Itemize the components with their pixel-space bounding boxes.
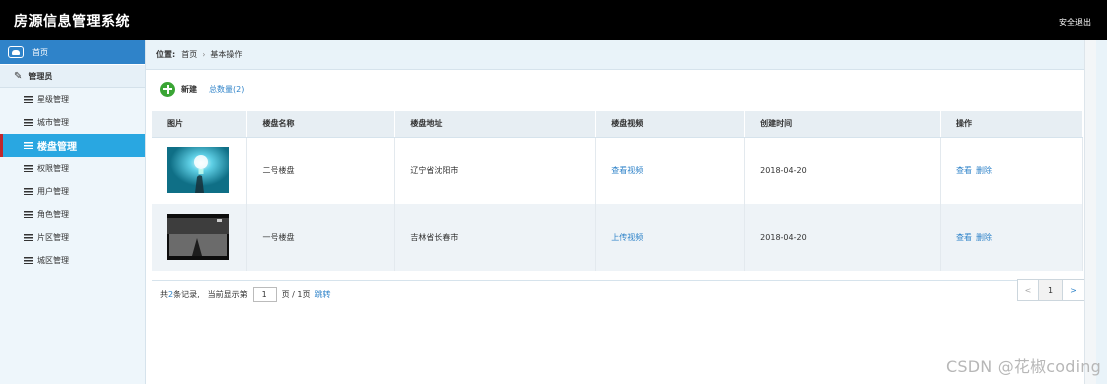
breadcrumb: 位置: 首页 › 基本操作 (146, 40, 1107, 70)
next-page-button[interactable]: > (1063, 279, 1085, 301)
current-prefix: 当前显示第 (207, 290, 248, 299)
sidebar-item-role[interactable]: 角色管理 (0, 203, 145, 226)
plus-circle-icon (160, 81, 175, 97)
page-edge (1096, 40, 1107, 384)
breadcrumb-separator: › (202, 50, 206, 59)
cloud-icon (8, 46, 24, 58)
sidebar-item-label: 角色管理 (37, 210, 69, 219)
sidebar-menu: 星级管理 城市管理 楼盘管理 权限管理 用户管理 角色管理 片区管理 城区管理 (0, 88, 145, 272)
col-header-video: 楼盘视频 (595, 111, 746, 138)
sidebar-item-city[interactable]: 城市管理 (0, 111, 145, 134)
page-suffix: 页 / 1页 (281, 290, 311, 299)
sidebar-item-label: 用户管理 (37, 187, 69, 196)
list-icon (24, 188, 33, 195)
cell-video: 上传视频 (595, 204, 746, 271)
sidebar-item-label: 权限管理 (37, 164, 69, 173)
table-row: 二号楼盘 辽宁省沈阳市 查看视频 2018-04-20 查看 删除 (152, 137, 1083, 204)
sidebar-group-admin[interactable]: ✎ 管理员 (0, 64, 145, 88)
cell-actions: 查看 删除 (940, 204, 1083, 271)
breadcrumb-home[interactable]: 首页 (181, 49, 197, 60)
sidebar-item-permission[interactable]: 权限管理 (0, 157, 145, 180)
table-row: 一号楼盘 吉林省长春市 上传视频 2018-04-20 查看 删除 (152, 204, 1083, 271)
total-suffix: 条记录, (173, 290, 200, 299)
vertical-scrollbar[interactable] (1084, 40, 1096, 384)
jump-link[interactable]: 跳转 (315, 289, 331, 300)
current-page-button[interactable]: 1 (1039, 279, 1063, 301)
watermark: CSDN @花椒coding (946, 357, 1101, 376)
col-header-actions: 操作 (940, 111, 1083, 138)
view-link[interactable]: 查看 (956, 166, 972, 175)
list-icon (24, 142, 33, 149)
list-icon (24, 96, 33, 103)
sidebar-item-label: 片区管理 (37, 233, 69, 242)
delete-link[interactable]: 删除 (976, 166, 992, 175)
total-prefix: 共 (160, 290, 168, 299)
breadcrumb-current: 基本操作 (210, 50, 243, 59)
list-icon (24, 165, 33, 172)
sidebar: 首页 ✎ 管理员 星级管理 城市管理 楼盘管理 权限管理 用户管理 角色管理 片… (0, 40, 146, 384)
cell-name: 二号楼盘 (246, 137, 396, 204)
sidebar-home[interactable]: 首页 (0, 40, 145, 64)
list-icon (24, 211, 33, 218)
cell-name: 一号楼盘 (246, 204, 396, 271)
total-count-link[interactable]: 总数量(2) (209, 84, 244, 95)
video-link[interactable]: 查看视频 (611, 166, 643, 175)
delete-link[interactable]: 删除 (976, 233, 992, 242)
sidebar-item-label: 星级管理 (37, 95, 69, 104)
page-input[interactable]: 1 (252, 287, 277, 302)
prev-page-button[interactable]: < (1017, 279, 1039, 301)
cell-address: 辽宁省沈阳市 (394, 137, 597, 204)
list-icon (24, 234, 33, 241)
cell-actions: 查看 删除 (940, 137, 1083, 204)
add-button-label: 新建 (181, 84, 197, 94)
cell-image (152, 137, 248, 204)
cell-video: 查看视频 (595, 137, 746, 204)
pagination-info: 共 2 条记录, 当前显示第 1 页 / 1页 跳转 (152, 280, 1083, 308)
col-header-created: 创建时间 (744, 111, 942, 138)
app-title: 房源信息管理系统 (14, 14, 130, 30)
video-link[interactable]: 上传视频 (611, 233, 643, 242)
col-header-name: 楼盘名称 (246, 111, 396, 138)
building-thumbnail[interactable] (167, 146, 229, 193)
sidebar-item-user[interactable]: 用户管理 (0, 180, 145, 203)
sidebar-item-label: 楼盘管理 (37, 142, 77, 153)
col-header-address: 楼盘地址 (394, 111, 597, 138)
sidebar-item-star[interactable]: 星级管理 (0, 88, 145, 111)
sidebar-item-building[interactable]: 楼盘管理 (0, 134, 145, 157)
sidebar-home-label: 首页 (32, 47, 48, 57)
toolbar: 新建 总数量(2) (146, 70, 1107, 108)
sidebar-item-label: 城区管理 (37, 256, 69, 265)
sidebar-item-label: 城市管理 (37, 118, 69, 127)
building-thumbnail[interactable] (167, 213, 229, 260)
logout-link[interactable]: 安全退出 (1059, 17, 1091, 28)
table-header: 图片 楼盘名称 楼盘地址 楼盘视频 创建时间 操作 (152, 111, 1083, 138)
add-button[interactable]: 新建 (160, 81, 197, 97)
top-bar: 房源信息管理系统 安全退出 (0, 0, 1107, 40)
sidebar-item-district[interactable]: 城区管理 (0, 249, 145, 272)
sidebar-group-label: 管理员 (28, 71, 53, 81)
edit-icon: ✎ (14, 70, 23, 82)
list-icon (24, 119, 33, 126)
cell-created: 2018-04-20 (744, 204, 942, 271)
cell-address: 吉林省长春市 (394, 204, 597, 271)
col-header-image: 图片 (152, 111, 248, 138)
sidebar-item-zone[interactable]: 片区管理 (0, 226, 145, 249)
cell-image (152, 204, 248, 271)
building-table: 图片 楼盘名称 楼盘地址 楼盘视频 创建时间 操作 二号楼盘 辽宁省沈阳市 查看… (152, 111, 1083, 271)
breadcrumb-position-label: 位置: (156, 50, 176, 59)
list-icon (24, 257, 33, 264)
main-content: 位置: 首页 › 基本操作 新建 总数量(2) 图片 楼盘名称 楼盘地址 楼盘视… (146, 40, 1107, 384)
view-link[interactable]: 查看 (956, 233, 972, 242)
cell-created: 2018-04-20 (744, 137, 942, 204)
pager: < 1 > (1017, 279, 1085, 301)
